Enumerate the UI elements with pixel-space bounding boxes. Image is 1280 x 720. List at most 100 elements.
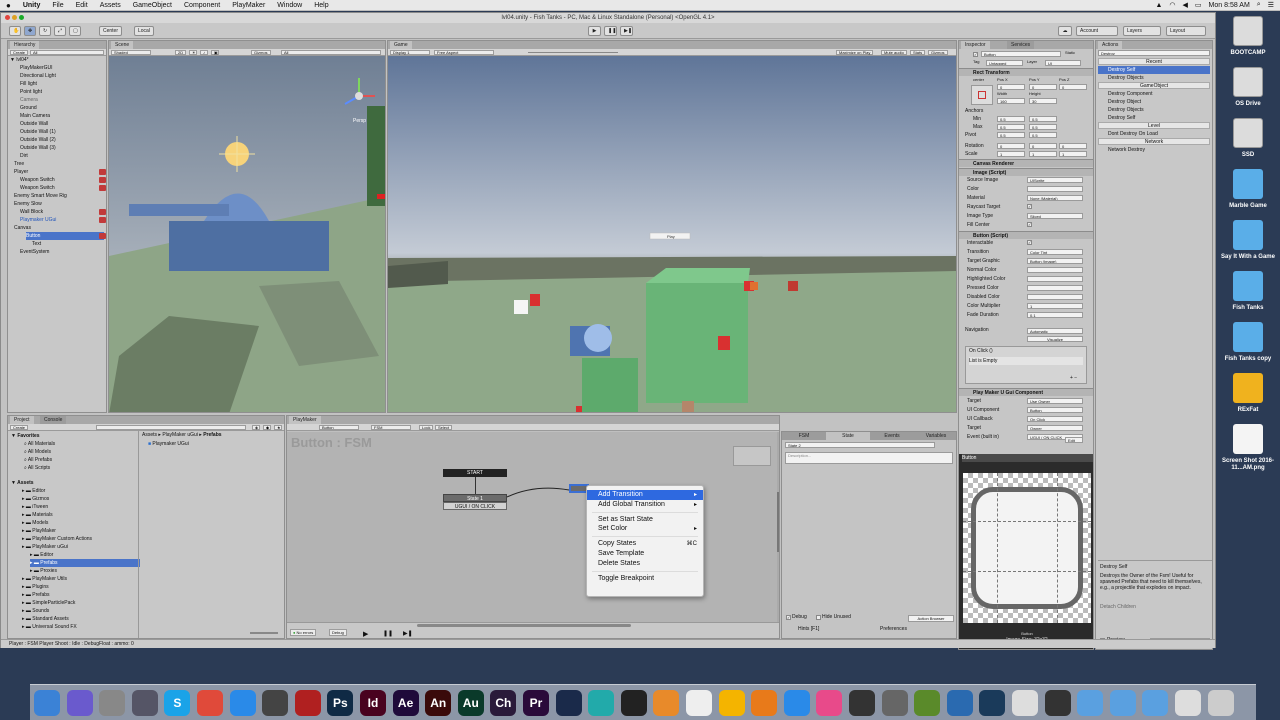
anchor-min-y[interactable]: 0.5 <box>1029 116 1057 122</box>
add-list-item-icon[interactable]: + − <box>1070 374 1077 382</box>
hierarchy-item[interactable]: Player <box>14 168 28 176</box>
search-icon[interactable]: ⌕ <box>1257 1 1261 9</box>
apple-icon[interactable]: ● <box>0 1 17 10</box>
project-create-dropdown[interactable]: Create <box>10 425 29 430</box>
height-field[interactable]: 30 <box>1029 98 1057 104</box>
context-item-delete-states[interactable]: Delete States <box>587 559 703 569</box>
desktop-icon[interactable]: OS Drive <box>1220 67 1276 108</box>
hierarchy-item[interactable]: Main Camera <box>20 112 50 120</box>
dock-app-icon[interactable] <box>620 690 647 716</box>
image-script-header[interactable]: Image (Script) <box>959 168 1093 176</box>
asset-folder[interactable]: ▸ ▬ PlayMaker <box>22 527 56 535</box>
dock-app-icon[interactable] <box>1044 690 1071 716</box>
actions-search[interactable]: Destroy <box>1098 50 1210 56</box>
dock-app-icon[interactable]: Au <box>457 690 484 716</box>
action-item[interactable]: Destroy Self <box>1098 66 1210 74</box>
playmaker-component-header[interactable]: Play Maker U Gui Component <box>959 388 1093 396</box>
anchor-min-x[interactable]: 0.5 <box>997 116 1025 122</box>
object-selector[interactable]: Button <box>319 425 359 430</box>
scale-slider[interactable] <box>528 52 618 53</box>
mute-audio-toggle[interactable]: Mute audio <box>881 50 907 55</box>
pm-field[interactable]: Button <box>1027 407 1083 413</box>
hierarchy-item[interactable]: Tree <box>14 160 24 168</box>
menu-help[interactable]: Help <box>308 2 334 9</box>
favorites-item[interactable]: ⌕ All Scripts <box>24 464 50 472</box>
battery-icon[interactable]: ▭ <box>1195 1 1202 9</box>
fsm-tab-variables[interactable]: Variables <box>914 432 956 440</box>
image-field[interactable]: UISprite <box>1027 177 1083 183</box>
dock-app-icon[interactable] <box>34 690 60 716</box>
dock-app-icon[interactable] <box>686 690 712 716</box>
effects-toggle-icon[interactable]: ▣ <box>211 50 219 55</box>
image-checkbox[interactable]: ✓ <box>1027 222 1032 227</box>
edit-button[interactable]: Edit <box>1065 437 1083 443</box>
anchor-preset-icon[interactable] <box>971 85 993 105</box>
dock-app-icon[interactable] <box>555 690 582 716</box>
scene-root[interactable]: ▼ lvl04* <box>10 56 29 64</box>
layout-dropdown[interactable]: Layout <box>1166 26 1206 36</box>
hierarchy-item[interactable]: Wall Block <box>20 208 43 216</box>
select-button[interactable]: Select <box>435 425 453 430</box>
asset-folder[interactable]: ▸ ▬ PlayMaker Utils <box>22 575 67 583</box>
menu-window[interactable]: Window <box>271 2 308 9</box>
rotate-tool-icon[interactable]: ↻ <box>39 26 51 36</box>
pause-icon[interactable]: ❚❚ <box>383 630 393 637</box>
hierarchy-item[interactable]: Weapon Switch <box>20 176 55 184</box>
action-item[interactable]: Destroy Self <box>1098 114 1210 122</box>
menu-assets[interactable]: Assets <box>94 2 127 9</box>
asset-folder[interactable]: ▸ ▬ PlayMaker Custom Actions <box>22 535 92 543</box>
dock-app-icon[interactable] <box>1012 690 1038 716</box>
fsm-tab-fsm[interactable]: FSM <box>782 432 826 440</box>
project-search[interactable] <box>96 425 246 430</box>
filter-type-icon[interactable]: ◈ <box>252 425 260 430</box>
dock-app-icon[interactable]: Pr <box>523 690 549 716</box>
dock-app-icon[interactable] <box>1142 690 1169 716</box>
context-item-set-as-start-state[interactable]: Set as Start State <box>587 515 703 525</box>
volume-icon[interactable]: ◀ <box>1183 1 1188 9</box>
asset-folder[interactable]: ▸ ▬ PlayMaker uGui <box>22 543 68 551</box>
action-item[interactable]: Dont Destroy On Load <box>1098 130 1210 138</box>
preferences-button[interactable]: Preferences <box>880 625 907 633</box>
hand-tool-icon[interactable]: ✋ <box>9 26 21 36</box>
asset-folder[interactable]: ▸ ▬ Universal Sound FX <box>22 623 77 631</box>
visualize-button[interactable]: Visualize <box>1027 336 1083 342</box>
menu-list-icon[interactable]: ☰ <box>1268 1 1274 9</box>
start-node[interactable]: START <box>443 469 507 477</box>
dock-app-icon[interactable]: Ch <box>490 690 517 716</box>
asset-folder[interactable]: ▸ ▬ Prefabs <box>30 559 140 567</box>
wifi-icon[interactable]: ◠ <box>1169 1 1175 9</box>
aspect-dropdown[interactable]: Free Aspect <box>434 50 494 55</box>
action-section-header[interactable]: Recent <box>1098 58 1210 65</box>
state-1-event[interactable]: UGUI / ON CLICK <box>443 502 507 510</box>
dock-app-icon[interactable]: S <box>164 690 191 716</box>
hierarchy-item[interactable]: Playmaker UGui <box>20 216 56 224</box>
asset-folder[interactable]: ▸ ▬ Proxies <box>30 567 57 575</box>
play-button[interactable]: ▶ <box>588 26 601 36</box>
state-description-field[interactable]: Description... <box>785 452 953 464</box>
pm-field[interactable]: Owner <box>1027 425 1083 431</box>
minimize-icon[interactable] <box>12 15 17 20</box>
gizmos-dropdown[interactable]: Gizmos <box>251 50 271 55</box>
tab-game[interactable]: Game <box>390 41 412 49</box>
scale-y[interactable]: 1 <box>1029 151 1057 157</box>
dock-app-icon[interactable] <box>751 690 778 716</box>
pos-z-field[interactable]: 0 <box>1059 84 1087 90</box>
static-toggle[interactable]: Static <box>1065 49 1075 57</box>
action-item[interactable]: Destroy Objects <box>1098 74 1210 82</box>
state-1-node[interactable]: State 1 <box>443 494 507 502</box>
desktop-icon[interactable]: SSD <box>1220 118 1276 159</box>
close-icon[interactable] <box>5 15 10 20</box>
hierarchy-item[interactable]: Fill light <box>20 80 37 88</box>
account-dropdown[interactable]: Account <box>1076 26 1118 36</box>
menu-gameobject[interactable]: GameObject <box>127 2 178 9</box>
action-item[interactable]: Destroy Object <box>1098 98 1210 106</box>
clock[interactable]: Mon 8:58 AM <box>1209 2 1250 9</box>
desktop-icon[interactable]: BOOTCAMP <box>1220 16 1276 57</box>
dock-app-icon[interactable] <box>229 690 256 716</box>
menu-edit[interactable]: Edit <box>70 2 94 9</box>
hierarchy-item[interactable]: Button <box>26 232 104 240</box>
action-section-header[interactable]: Level <box>1098 122 1210 129</box>
create-dropdown[interactable]: Create <box>10 50 29 55</box>
context-item-add-global-transition[interactable]: Add Global Transition ▸ <box>587 500 703 510</box>
center-toggle[interactable]: Center <box>99 26 123 36</box>
